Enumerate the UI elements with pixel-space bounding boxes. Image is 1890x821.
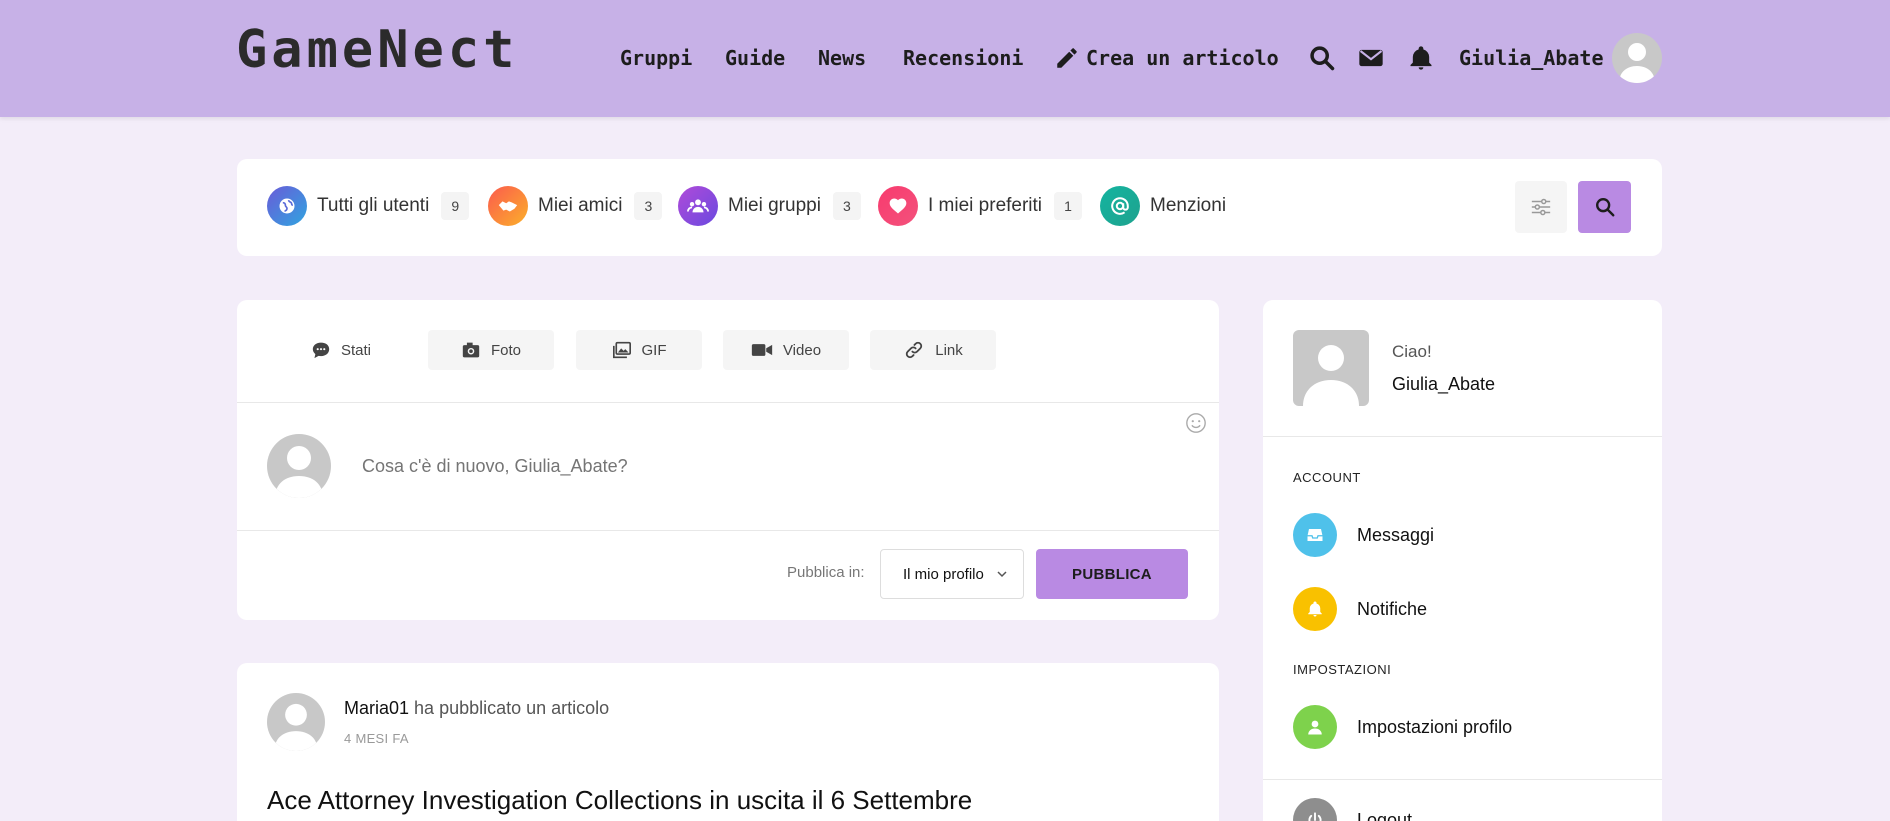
site-logo[interactable]: GameNect [236,22,518,78]
globe-icon [267,186,307,226]
chevron-down-icon [997,571,1007,578]
post-composer: Stati Foto GIF Video Link Pubblica in: I… [237,300,1219,620]
divider [237,402,1219,403]
activity-filter-bar: Tutti gli utenti 9 Miei amici 3 Miei gru… [237,159,1662,256]
filter-label: Menzioni [1150,195,1227,216]
filter-count: 9 [441,192,470,220]
header-username[interactable]: Giulia_Abate [1459,44,1604,72]
divider [1263,436,1662,437]
inbox-icon [1293,513,1337,557]
create-article-link[interactable]: Crea un articolo [1054,44,1279,72]
filter-my-friends[interactable]: Miei amici 3 [488,185,663,227]
filter-label: Miei gruppi [728,195,821,216]
top-header: GameNect Gruppi Guide News Recensioni Cr… [0,0,1890,117]
divider [1263,779,1662,780]
sidebar-item-notifications[interactable]: Notifiche [1293,587,1427,631]
nav-guide[interactable]: Guide [725,44,785,72]
publish-in-label: Pubblica in: [787,564,865,581]
tab-status[interactable]: Stati [278,330,404,370]
avatar-placeholder-icon [1303,345,1359,406]
envelope-icon[interactable] [1357,44,1385,72]
publish-in-select[interactable]: Il mio profilo [880,549,1024,599]
nav-recensioni[interactable]: Recensioni [903,44,1023,72]
divider [237,530,1219,531]
composer-avatar [267,434,331,498]
tab-gif[interactable]: GIF [576,330,702,370]
post-timestamp[interactable]: 4 MESI FA [344,731,409,746]
tab-label: Video [782,341,822,359]
filter-count: 1 [1054,192,1083,220]
create-article-label: Crea un articolo [1086,46,1279,70]
tab-photo[interactable]: Foto [428,330,554,370]
sidebar-username[interactable]: Giulia_Abate [1392,374,1495,395]
filter-count: 3 [832,192,861,220]
emoji-icon[interactable] [1185,412,1207,434]
sidebar-item-label: Logout [1357,809,1413,821]
filter-all-users[interactable]: Tutti gli utenti 9 [267,185,470,227]
filter-my-groups[interactable]: Miei gruppi 3 [678,185,861,227]
tab-label: Stati [340,341,371,359]
status-input[interactable] [362,450,1162,482]
avatar-placeholder-icon [1619,43,1655,83]
nav-news[interactable]: News [818,44,866,72]
tab-label: GIF [641,341,667,359]
post-action-text: ha pubblicato un articolo [414,698,610,718]
filter-mentions[interactable]: Menzioni [1100,185,1226,227]
sidebar-item-logout[interactable]: Logout [1293,798,1412,821]
user-avatar[interactable] [1612,33,1662,83]
power-icon [1293,798,1337,821]
filter-label: Tutti gli utenti [317,195,430,216]
section-title-account: ACCOUNT [1293,470,1361,485]
bell-icon[interactable] [1407,44,1435,72]
filter-count: 3 [634,192,663,220]
sidebar-item-profile-settings[interactable]: Impostazioni profilo [1293,705,1512,749]
pencil-icon [1057,48,1077,68]
sidebar-item-messages[interactable]: Messaggi [1293,513,1434,557]
tab-label: Link [935,341,963,359]
comment-icon [312,342,330,359]
link-icon [906,341,923,359]
post-header: Maria01 ha pubblicato un articolo [344,698,609,719]
tab-video[interactable]: Video [723,330,849,370]
handshake-icon [488,186,528,226]
publish-button[interactable]: PUBBLICA [1036,549,1188,599]
activity-post: Maria01 ha pubblicato un articolo 4 MESI… [237,663,1219,821]
filter-label: Miei amici [538,195,623,216]
nav-gruppi[interactable]: Gruppi [620,44,692,72]
tab-link[interactable]: Link [870,330,996,370]
sidebar-item-label: Impostazioni profilo [1357,716,1513,737]
avatar-placeholder-icon [274,703,318,751]
sidebar-item-label: Notifiche [1357,598,1428,619]
publish-in-value: Il mio profilo [903,565,984,583]
post-title[interactable]: Ace Attorney Investigation Collections i… [267,785,972,816]
section-title-settings: IMPOSTAZIONI [1293,662,1392,677]
sidebar-avatar[interactable] [1293,330,1369,406]
filter-favorites[interactable]: I miei preferiti 1 [878,185,1083,227]
user-icon [1293,705,1337,749]
avatar-placeholder-icon [275,446,323,498]
camera-icon [462,342,480,358]
filter-settings-button[interactable] [1515,181,1567,233]
sidebar-greeting: Ciao! [1392,342,1432,361]
post-author-name[interactable]: Maria01 [344,698,409,718]
bell-icon [1293,587,1337,631]
at-icon [1100,186,1140,226]
heart-icon [878,186,918,226]
users-icon [678,186,718,226]
filter-label: I miei preferiti [928,195,1043,216]
sliders-icon [1531,198,1551,216]
account-sidebar: Ciao! Giulia_Abate ACCOUNT Messaggi Noti… [1263,300,1662,821]
post-author-avatar[interactable] [267,693,325,751]
search-icon[interactable] [1308,44,1336,72]
search-icon [1595,198,1614,217]
images-icon [612,341,631,359]
video-camera-icon [751,344,773,356]
tab-label: Foto [490,341,521,359]
sidebar-item-label: Messaggi [1357,524,1435,545]
filter-search-button[interactable] [1578,181,1631,233]
